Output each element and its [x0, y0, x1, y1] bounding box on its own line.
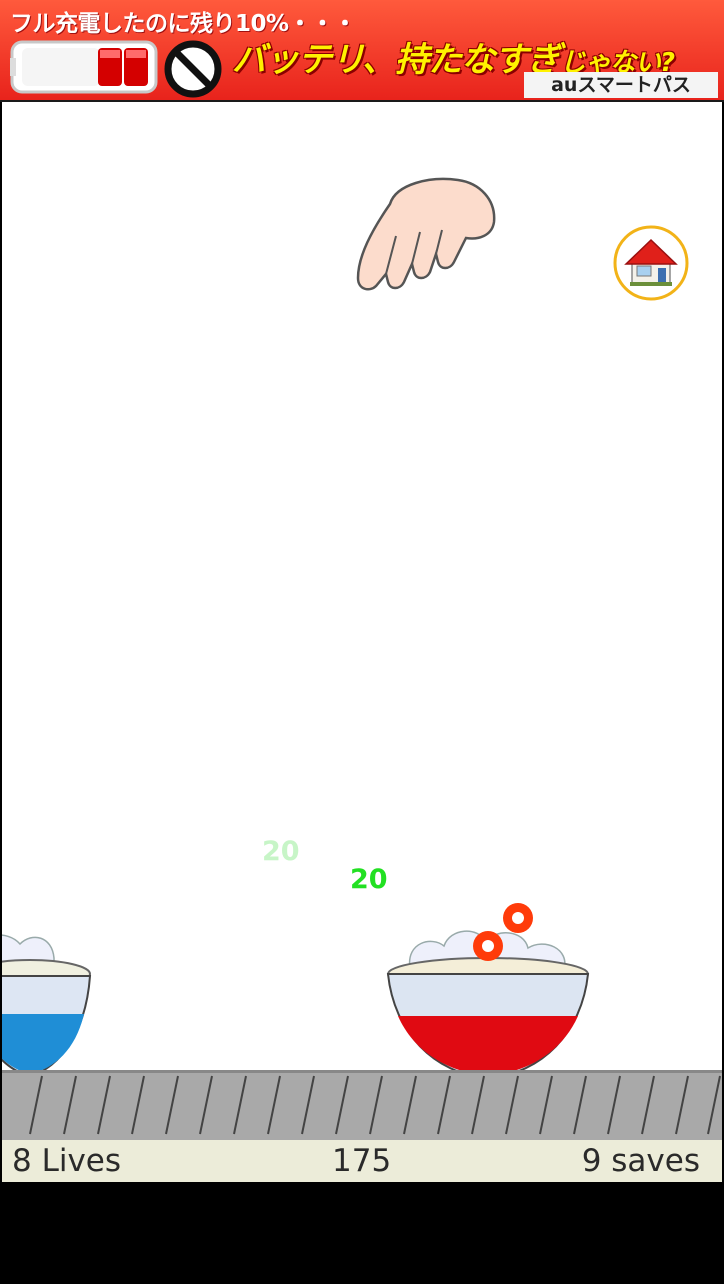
game-field[interactable]: 20 20 8 Lives 175 9 saves [2, 102, 722, 1182]
status-bar: 8 Lives 175 9 saves [2, 1140, 722, 1182]
battery-icon [10, 40, 158, 94]
score-counter: 175 [332, 1143, 392, 1179]
pointing-hand-icon [356, 177, 496, 291]
house-icon [613, 225, 689, 301]
ad-main-text-primary: バッテリ、持たなすぎ [232, 40, 561, 80]
no-sign-icon [164, 40, 222, 98]
ad-banner[interactable]: フル充電したのに残り10%・・・ バッテリ、持たなすぎじゃない? auスマートパ… [0, 0, 724, 102]
score-popup: 20 [262, 836, 300, 867]
score-popup: 20 [350, 864, 388, 895]
lives-counter: 8 Lives [12, 1143, 122, 1179]
ad-brand-label: auスマートパス [524, 72, 718, 98]
conveyor-belt [2, 1070, 722, 1140]
saves-counter: 9 saves [581, 1143, 700, 1179]
home-button[interactable] [612, 224, 690, 302]
